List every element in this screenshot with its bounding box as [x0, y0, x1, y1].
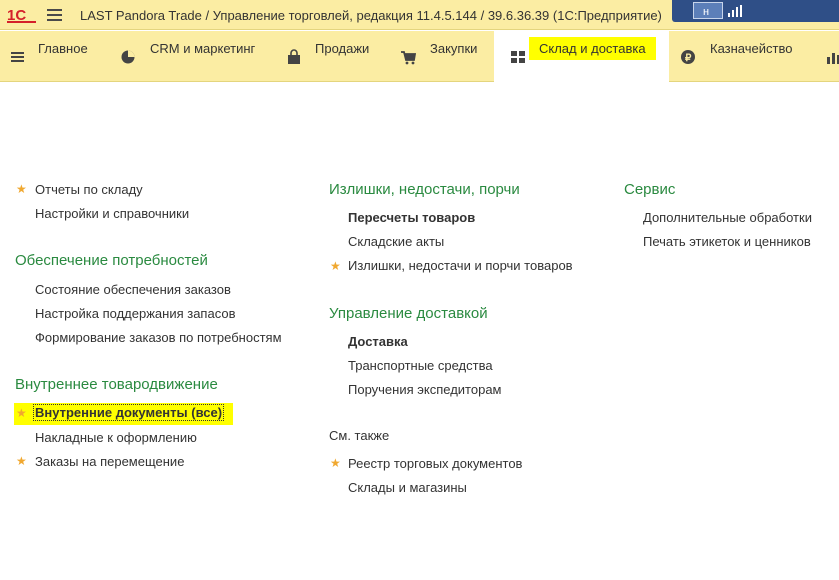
section-treasury[interactable]: ₽ Казначейство [669, 31, 814, 82]
svg-text:₽: ₽ [685, 53, 692, 64]
section-purchases[interactable]: Закупки [390, 31, 494, 82]
section-label: Продажи [315, 41, 370, 56]
1c-logo-icon[interactable]: 1С [7, 6, 37, 23]
star-icon[interactable]: ★ [16, 182, 27, 196]
nav-link[interactable]: Поручения экспедиторам [348, 382, 502, 397]
svg-text:н: н [703, 6, 709, 18]
nav-link[interactable]: Печать этикеток и ценников [643, 234, 811, 249]
star-icon[interactable]: ★ [16, 406, 27, 420]
star-icon[interactable]: ★ [16, 454, 27, 468]
nav-link[interactable]: Складские акты [348, 234, 444, 249]
nav-link[interactable]: Отчеты по складу [35, 182, 143, 197]
nav-link[interactable]: Настройка поддержания запасов [35, 306, 235, 321]
section-main[interactable]: Главное [0, 31, 110, 82]
nav-link-selected[interactable]: Внутренние документы (все) [33, 404, 225, 421]
title-bar: 1С LAST Pandora Trade / Управление торго… [0, 0, 839, 30]
group-title: Сервис [624, 181, 676, 198]
keyboard-indicator-icon[interactable]: н [693, 2, 723, 19]
nav-link[interactable]: Излишки, недостачи и порчи товаров [348, 258, 573, 273]
nav-link-label: Внутренние документы (все) [33, 404, 225, 421]
section-reports[interactable] [814, 31, 839, 82]
section-crm[interactable]: CRM и маркетинг [110, 31, 277, 82]
section-bar: Главное CRM и маркетинг Продажи Закупки … [0, 31, 839, 82]
ruble-coin-icon: ₽ [681, 50, 695, 64]
nav-link[interactable]: Формирование заказов по потребностям [35, 330, 282, 345]
nav-link[interactable]: Дополнительные обработки [643, 210, 812, 225]
star-icon[interactable]: ★ [330, 259, 341, 273]
signal-icon [728, 5, 742, 17]
window-title: LAST Pandora Trade / Управление торговле… [80, 8, 662, 23]
section-label: Казначейство [710, 41, 793, 56]
list-icon [11, 52, 24, 62]
nav-link[interactable]: Настройки и справочники [35, 206, 189, 221]
main-menu-icon[interactable] [47, 9, 62, 21]
nav-link[interactable]: Доставка [348, 334, 408, 349]
section-label: Главное [38, 41, 88, 56]
section-label: Закупки [430, 41, 478, 56]
group-title: Внутреннее товародвижение [15, 376, 218, 393]
pie-chart-icon [121, 50, 135, 64]
section-label: Склад и доставка [529, 37, 656, 60]
nav-link[interactable]: Пересчеты товаров [348, 210, 475, 225]
cart-icon [401, 51, 416, 65]
star-icon[interactable]: ★ [330, 456, 341, 470]
shopping-bag-icon [288, 49, 300, 64]
nav-link[interactable]: Заказы на перемещение [35, 454, 184, 469]
section-warehouse-delivery[interactable]: Склад и доставка [494, 31, 669, 82]
nav-link[interactable]: Склады и магазины [348, 480, 467, 495]
group-title: Обеспечение потребностей [15, 252, 208, 269]
nav-link[interactable]: Реестр торговых документов [348, 456, 522, 471]
bar-chart-icon [827, 53, 839, 64]
nav-link[interactable]: Транспортные средства [348, 358, 493, 373]
section-sales[interactable]: Продажи [277, 31, 390, 82]
nav-link[interactable]: Накладные к оформлению [35, 430, 197, 445]
see-also-title: См. также [329, 428, 390, 443]
nav-link[interactable]: Состояние обеспечения заказов [35, 282, 231, 297]
group-title: Излишки, недостачи, порчи [329, 181, 520, 198]
svg-text:1С: 1С [7, 7, 26, 23]
group-title: Управление доставкой [329, 305, 488, 322]
section-label: CRM и маркетинг [150, 41, 256, 56]
warehouse-grid-icon [511, 51, 525, 63]
